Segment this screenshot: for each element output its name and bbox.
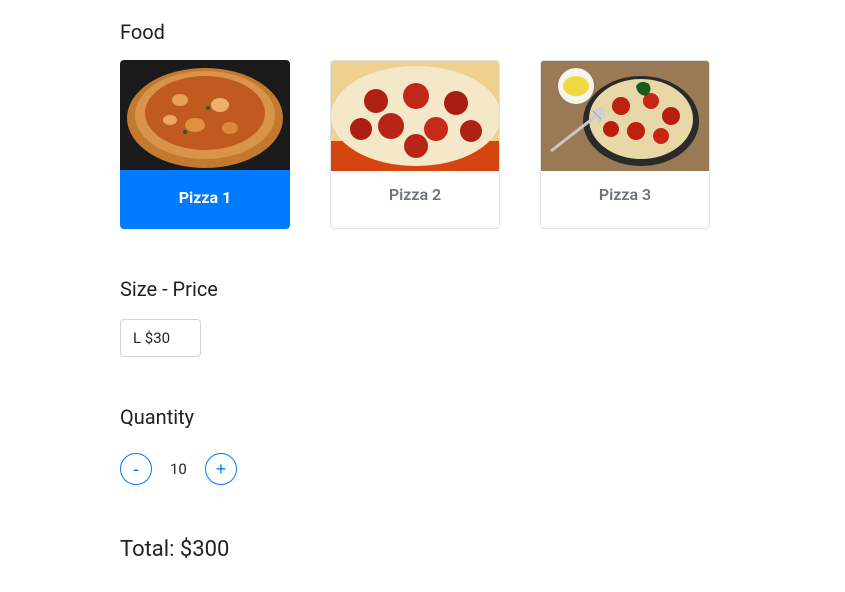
food-image [120,60,290,170]
total-label: Total: $300 [120,537,725,562]
food-title: Food [120,20,725,44]
size-select[interactable]: L $30 [120,319,201,357]
food-label: Pizza 3 [541,171,709,218]
size-title: Size - Price [120,277,725,301]
quantity-controls: - 10 + [120,453,725,485]
food-list: Pizza 1 Pizza 2 [120,60,725,229]
food-label: Pizza 2 [331,171,499,218]
food-card-pizza-2[interactable]: Pizza 2 [330,60,500,229]
quantity-minus-button[interactable]: - [120,453,152,485]
quantity-value: 10 [170,460,187,478]
food-card-pizza-3[interactable]: Pizza 3 [540,60,710,229]
food-image [331,61,500,171]
quantity-title: Quantity [120,405,725,429]
food-card-pizza-1[interactable]: Pizza 1 [120,60,290,229]
quantity-plus-button[interactable]: + [205,453,237,485]
food-image [541,61,710,171]
food-label: Pizza 1 [120,170,290,229]
